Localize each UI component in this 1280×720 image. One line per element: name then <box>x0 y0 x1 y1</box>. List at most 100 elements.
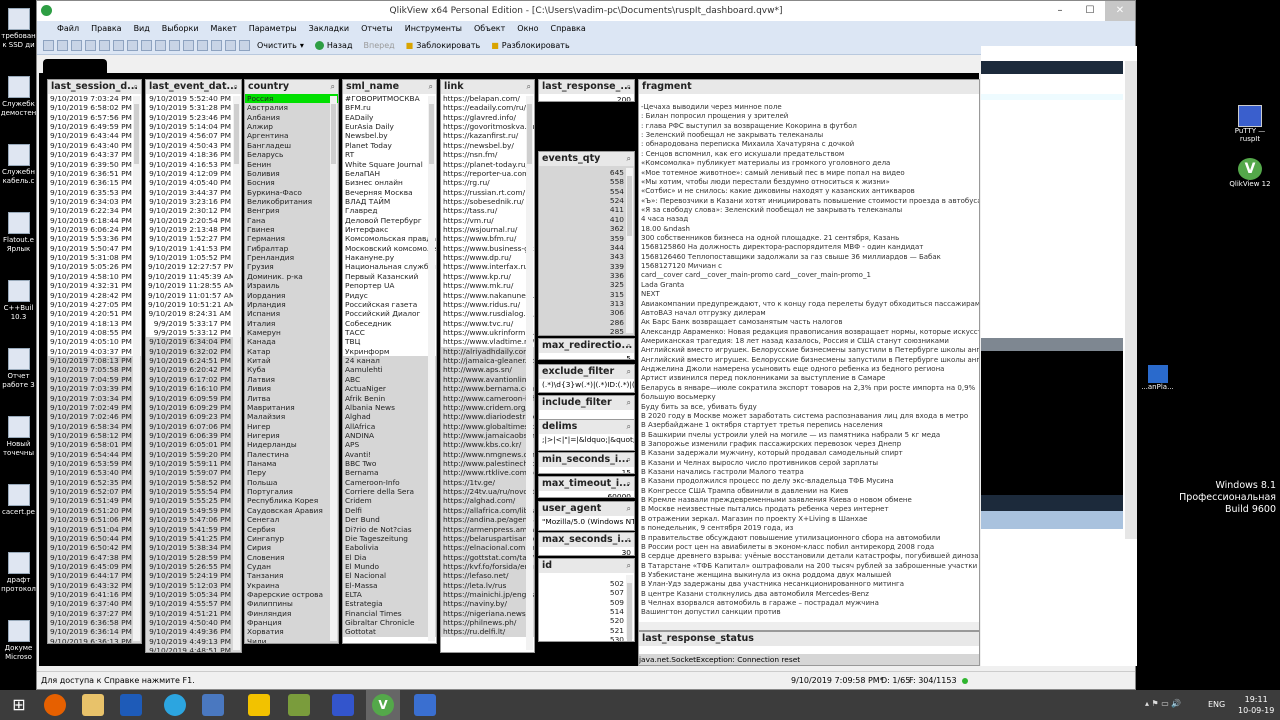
fragment-item[interactable]: 1568125860 На должность директора-распор… <box>639 243 979 252</box>
last-response-value[interactable]: 200 <box>539 94 634 101</box>
listbox-item[interactable]: 9/10/2019 4:05:10 PM <box>48 337 141 346</box>
listbox-item[interactable]: Франция <box>245 618 338 627</box>
fragment-item[interactable]: 1568127120 Мичиан с <box>639 262 979 271</box>
desktop-icon[interactable]: Докуме Microso <box>0 620 37 662</box>
help-icon[interactable] <box>239 40 250 51</box>
listbox-item[interactable]: 645 <box>539 168 634 177</box>
listbox-item[interactable]: Накануне.ру <box>343 253 436 262</box>
listbox-item[interactable]: El Nacional <box>343 571 436 581</box>
listbox-item[interactable]: Aamulehti <box>343 365 436 375</box>
listbox-item[interactable]: Bernama <box>343 468 436 478</box>
fragment-item[interactable]: В Улан-Удэ задержаны два участника несан… <box>639 580 979 589</box>
maximize-button[interactable]: ☐ <box>1075 1 1105 21</box>
listbox-item[interactable]: 9/10/2019 6:58:02 PM <box>48 103 141 112</box>
fragment-item[interactable]: В России рост цен на авиабилеты в эконом… <box>639 543 979 552</box>
listbox-item[interactable]: 9/10/2019 6:54:44 PM <box>48 449 141 460</box>
listbox-item[interactable]: El Dia <box>343 552 436 562</box>
listbox-item[interactable]: http://www.cameroon-info.n <box>441 393 534 403</box>
desktop-icon[interactable]: Flatout.e Ярлык <box>0 212 37 254</box>
listbox-item[interactable]: 9/10/2019 5:52:40 PM <box>146 94 241 103</box>
listbox-item[interactable]: 9/10/2019 5:41:25 PM <box>146 533 241 544</box>
listbox-item[interactable]: https://andina.pe/agencia/ <box>441 515 534 525</box>
file-explorer-icon[interactable] <box>82 694 104 716</box>
listbox-item[interactable]: 9/10/2019 6:09:59 PM <box>146 393 241 403</box>
vertical-scrollbar[interactable] <box>1125 61 1137 539</box>
listbox-item[interactable]: 9/10/2019 7:03:39 PM <box>48 384 141 394</box>
fragment-item[interactable]: В отражении зеркал. Магазин по проекту X… <box>639 515 979 524</box>
listbox-item[interactable]: Newsbel.by <box>343 131 436 140</box>
menu-item[interactable]: Закладки <box>303 21 355 37</box>
listbox-item[interactable]: 9/10/2019 8:24:31 AM <box>146 309 241 318</box>
listbox-country[interactable]: country ⌕ Россия Австралия Албания Алжир Арген… <box>244 79 339 644</box>
listbox-item[interactable]: 9/10/2019 6:43:40 PM <box>48 141 141 150</box>
listbox-item[interactable]: Сингапур <box>245 534 338 543</box>
listbox-item[interactable]: Деловой Петербург <box>343 216 436 225</box>
listbox-item[interactable]: http://www.palestinechronic <box>441 459 534 469</box>
listbox-item[interactable]: Гибралтар <box>245 244 338 253</box>
listbox-item[interactable]: Республика Корея <box>245 496 338 505</box>
listbox-item[interactable]: https://planet-today.ru/ <box>441 160 534 169</box>
listbox-item[interactable]: 9/10/2019 2:20:54 PM <box>146 216 241 225</box>
listbox-item[interactable]: 344 <box>539 243 634 252</box>
fragment-item[interactable]: в понедельник, 9 сентября 2019 года, из <box>639 524 979 533</box>
listbox-last-event[interactable]: last_event_dat... ⌕ 9/10/2019 5:52:40 PM 9/… <box>145 79 242 653</box>
redo-icon[interactable] <box>155 40 166 51</box>
listbox-item[interactable]: AllAfrica <box>343 421 436 431</box>
fragment-item[interactable]: «Мое тотемное животное»: самый ленивый п… <box>639 169 979 178</box>
listbox-item[interactable]: https://kvf.fo/forsida/english <box>441 561 534 572</box>
fragment-item[interactable]: В Казани продолжился процесс по делу экс… <box>639 477 979 486</box>
vertical-scrollbar[interactable] <box>626 575 633 641</box>
listbox-item[interactable]: 339 <box>539 262 634 271</box>
listbox-item[interactable]: 336 <box>539 271 634 280</box>
fragment-item[interactable]: : Зеленский пообещал не закрывать телека… <box>639 131 979 140</box>
listbox-item[interactable]: Гвинея <box>245 225 338 234</box>
listbox-item[interactable]: Польша <box>245 478 338 487</box>
listbox-item[interactable]: 9/10/2019 6:32:02 PM <box>146 346 241 357</box>
listbox-item[interactable]: 9/10/2019 6:58:01 PM <box>48 440 141 450</box>
listbox-item[interactable]: 9/10/2019 5:59:20 PM <box>146 449 241 460</box>
listbox-item[interactable]: 9/10/2019 6:53:59 PM <box>48 459 141 469</box>
listbox-item[interactable]: 9/10/2019 1:05:52 PM <box>146 253 241 262</box>
listbox-item[interactable]: http://www.cridem.org/ <box>441 402 534 413</box>
listbox-item[interactable]: Камерун <box>245 328 338 337</box>
listbox-item[interactable]: 9/10/2019 6:41:16 PM <box>48 590 141 600</box>
listbox-item[interactable]: https://ru.delfi.lt/ <box>441 627 534 637</box>
listbox-item[interactable]: https://armenpress.am/arm <box>441 524 534 534</box>
listbox-item[interactable]: 9/10/2019 4:12:09 PM <box>146 169 241 178</box>
search-icon[interactable]: ⌕ <box>627 559 631 573</box>
fragment-item[interactable]: 300 собственников бизнеса на одной площа… <box>639 234 979 243</box>
listbox-item[interactable]: Eabolivia <box>343 543 436 553</box>
listbox-item[interactable]: 9/10/2019 5:12:03 PM <box>146 580 241 591</box>
listbox-item[interactable]: El-Massa <box>343 580 436 591</box>
listbox-item[interactable]: https://philnews.ph/ <box>441 618 534 628</box>
listbox-item[interactable]: Перу <box>245 468 338 477</box>
listbox-item[interactable]: 9/10/2019 1:52:27 PM <box>146 234 241 243</box>
listbox-item[interactable]: 9/10/2019 6:20:42 PM <box>146 365 241 375</box>
listbox-item[interactable]: 502 <box>539 579 634 588</box>
listbox-item[interactable]: 9/10/2019 6:44:17 PM <box>48 571 141 581</box>
listbox-item[interactable]: 9/10/2019 4:18:36 PM <box>146 150 241 159</box>
box-include-filter[interactable]: include_filter ⌕ <box>538 395 635 420</box>
search-icon[interactable]: ⌕ <box>627 502 631 516</box>
listbox-item[interactable]: BBC Two <box>343 459 436 469</box>
fragment-item[interactable]: «Ъ»: Перевозчики в Казани хотят иницииро… <box>639 197 979 206</box>
lock-button[interactable]: ■ Заблокировать <box>402 41 485 50</box>
menu-item[interactable]: Выборки <box>156 21 205 37</box>
box-max-redirection[interactable]: max_redirectio... ⌕ 5 <box>538 338 635 360</box>
listbox-item[interactable]: 9/10/2019 6:18:44 PM <box>48 216 141 225</box>
listbox-item[interactable]: 313 <box>539 299 634 308</box>
listbox-item[interactable]: Репортер UA <box>343 281 436 290</box>
listbox-item[interactable]: 9/10/2019 4:08:55 PM <box>48 328 141 337</box>
fragment-item[interactable]: 4 часа назад <box>639 215 979 224</box>
listbox-item[interactable]: 9/10/2019 5:55:54 PM <box>146 487 241 497</box>
listbox-item[interactable]: 9/10/2019 4:56:07 PM <box>146 131 241 140</box>
listbox-item[interactable]: 315 <box>539 290 634 299</box>
listbox-item[interactable]: Сенегал <box>245 515 338 524</box>
listbox-item[interactable]: ВЛАД ТАЙМ <box>343 197 436 206</box>
listbox-item[interactable]: 9/10/2019 6:36:51 PM <box>48 169 141 178</box>
edit-icon[interactable] <box>113 40 124 51</box>
fragment-item[interactable]: Александр Авраменко: Новая редакция прав… <box>639 328 979 337</box>
listbox-item[interactable]: Corriere della Sera <box>343 487 436 497</box>
listbox-item[interactable]: Словения <box>245 553 338 562</box>
listbox-last-response-status[interactable]: last_response_status java.net.SocketExce… <box>638 631 980 666</box>
